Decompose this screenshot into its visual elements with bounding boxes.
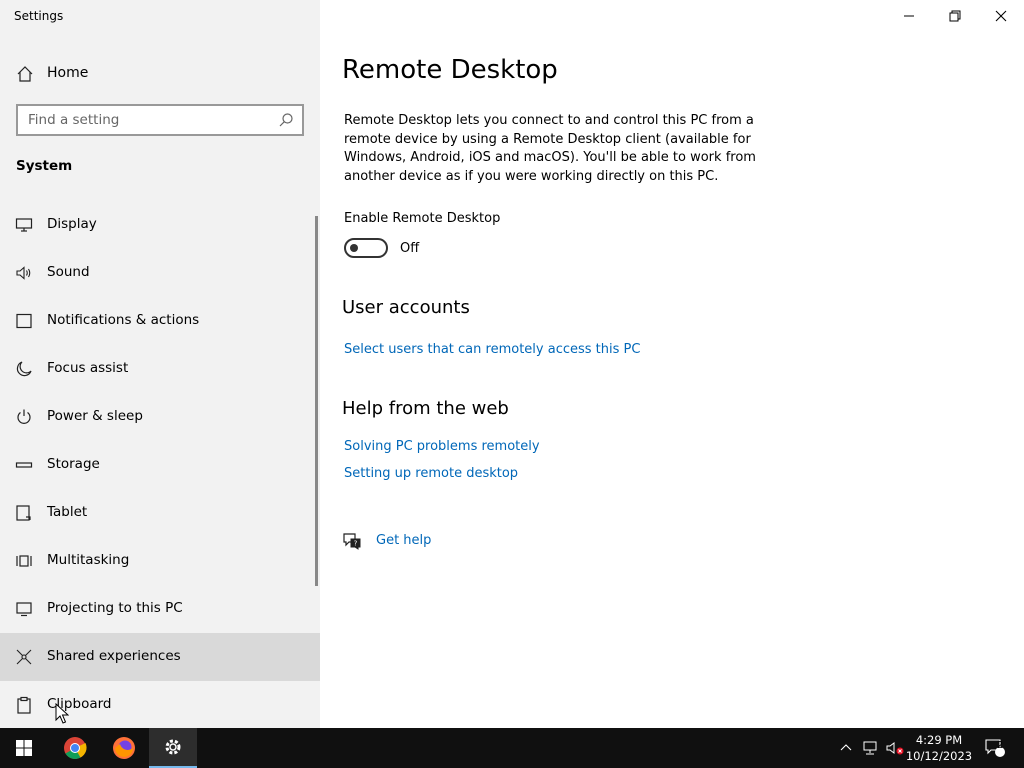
search-icon[interactable] <box>278 112 294 128</box>
show-hidden-icons-button[interactable] <box>836 728 856 768</box>
restore-icon <box>949 10 961 22</box>
enable-remote-desktop-toggle[interactable] <box>344 238 388 258</box>
chevron-up-icon <box>840 744 852 751</box>
get-help-icon[interactable]: ? <box>342 531 362 551</box>
volume-muted-icon <box>886 742 904 755</box>
projecting-icon <box>16 602 32 617</box>
clock-date: 10/12/2023 <box>905 749 973 763</box>
sidebar-item-focus-assist[interactable]: Focus assist <box>0 345 320 393</box>
search-box[interactable] <box>16 104 304 136</box>
search-input[interactable] <box>18 106 268 134</box>
minimize-icon <box>904 15 914 17</box>
sidebar-item-label: Display <box>47 216 97 232</box>
sidebar-item-label: Projecting to this PC <box>47 600 183 616</box>
section-title: System <box>16 158 73 174</box>
mouse-cursor-icon <box>55 703 69 724</box>
volume-tray-button[interactable] <box>884 728 906 768</box>
sidebar-item-label: Sound <box>47 264 90 280</box>
clipboard-icon <box>17 696 31 714</box>
home-icon <box>17 66 33 82</box>
speaker-icon <box>16 266 31 280</box>
sidebar-item-tablet[interactable]: Tablet <box>0 489 320 537</box>
close-button[interactable] <box>978 0 1024 32</box>
sidebar-item-label: Focus assist <box>47 360 129 376</box>
minimize-button[interactable] <box>886 0 932 32</box>
shared-experiences-icon <box>16 649 32 665</box>
firefox-taskbar-button[interactable] <box>100 728 148 768</box>
chrome-taskbar-button[interactable] <box>51 728 99 768</box>
tablet-icon <box>16 505 31 521</box>
sidebar-item-clipboard[interactable]: Clipboard <box>0 681 320 728</box>
settings-taskbar-button[interactable] <box>149 728 197 768</box>
toggle-knob <box>350 244 358 252</box>
sidebar-item-storage[interactable]: Storage <box>0 441 320 489</box>
start-icon <box>16 740 32 756</box>
sidebar-item-projecting[interactable]: Projecting to this PC <box>0 585 320 633</box>
help-heading: Help from the web <box>342 398 509 419</box>
enable-remote-desktop-label: Enable Remote Desktop <box>344 211 501 226</box>
network-tray-button[interactable] <box>860 728 882 768</box>
action-center-button[interactable]: 2 <box>980 728 1010 768</box>
page-title: Remote Desktop <box>342 55 558 85</box>
multitasking-icon <box>16 555 32 567</box>
storage-icon <box>15 462 33 468</box>
select-users-link[interactable]: Select users that can remotely access th… <box>344 342 640 357</box>
restore-button[interactable] <box>932 0 978 32</box>
power-icon <box>17 409 31 424</box>
help-link-solving-problems[interactable]: Solving PC problems remotely <box>344 439 540 454</box>
chrome-icon <box>64 737 87 759</box>
firefox-icon <box>113 737 135 759</box>
home-nav-item[interactable]: Home <box>0 54 320 92</box>
toggle-state-label: Off <box>400 241 420 256</box>
help-link-setting-up[interactable]: Setting up remote desktop <box>344 466 518 481</box>
network-icon <box>863 741 877 755</box>
sidebar-item-display[interactable]: Display <box>0 201 320 249</box>
user-accounts-heading: User accounts <box>342 297 470 318</box>
notification-icon <box>16 313 32 329</box>
sidebar-nav: Display Sound Notifications & actions Fo… <box>0 201 320 728</box>
sidebar-item-power-sleep[interactable]: Power & sleep <box>0 393 320 441</box>
sidebar-item-label: Storage <box>47 456 100 472</box>
sidebar-item-shared-experiences[interactable]: Shared experiences <box>0 633 320 681</box>
sidebar-item-label: Notifications & actions <box>47 312 200 328</box>
home-label: Home <box>47 65 89 81</box>
monitor-icon <box>15 218 33 232</box>
sidebar-item-sound[interactable]: Sound <box>0 249 320 297</box>
clock-time: 4:29 PM <box>915 733 963 747</box>
sidebar-item-multitasking[interactable]: Multitasking <box>0 537 320 585</box>
moon-icon <box>16 361 32 377</box>
taskbar-clock[interactable]: 4:29 PM 10/12/2023 <box>904 732 974 764</box>
settings-icon <box>165 739 181 755</box>
sidebar-item-label: Tablet <box>47 504 88 520</box>
notification-count-badge: 2 <box>996 740 1004 751</box>
main-content: Remote Desktop Remote Desktop lets you c… <box>320 0 1024 728</box>
get-help-link[interactable]: Get help <box>376 533 431 548</box>
sidebar-item-notifications[interactable]: Notifications & actions <box>0 297 320 345</box>
sidebar: Settings Home System Display Sound Notif… <box>0 0 320 728</box>
app-title: Settings <box>14 9 64 23</box>
sidebar-item-label: Power & sleep <box>47 408 143 424</box>
close-icon <box>995 10 1007 22</box>
sidebar-item-label: Multitasking <box>47 552 130 568</box>
description-text: Remote Desktop lets you connect to and c… <box>344 113 756 184</box>
start-button[interactable] <box>0 728 48 768</box>
svg-text:?: ? <box>354 540 358 548</box>
sidebar-scrollbar[interactable] <box>315 216 318 586</box>
sidebar-item-label: Shared experiences <box>47 648 181 664</box>
taskbar: 4:29 PM 10/12/2023 2 <box>0 728 1024 768</box>
